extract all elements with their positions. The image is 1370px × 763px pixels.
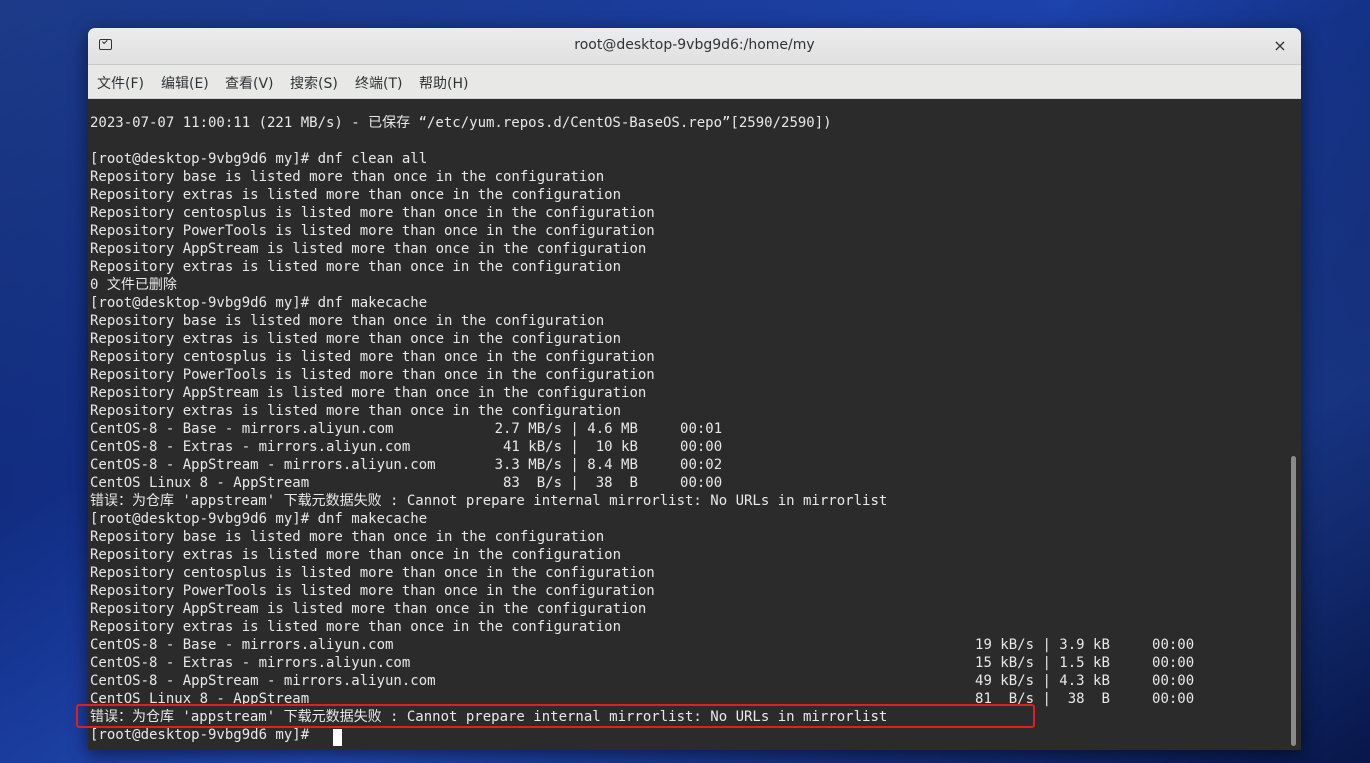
terminal-line: 0 文件已删除 bbox=[90, 277, 177, 293]
terminal-line: CentOS-8 - AppStream - mirrors.aliyun.co… bbox=[90, 673, 1195, 689]
close-icon[interactable]: × bbox=[1269, 35, 1291, 57]
terminal-line: Repository extras is listed more than on… bbox=[90, 331, 622, 347]
terminal-line: Repository extras is listed more than on… bbox=[90, 403, 622, 419]
menu-search[interactable]: 搜索(S) bbox=[290, 73, 338, 93]
terminal-line: Repository base is listed more than once… bbox=[90, 313, 605, 329]
terminal-line: 2023-07-07 11:00:11 (221 MB/s) - 已保存 “/e… bbox=[90, 115, 832, 131]
terminal-line: [root@desktop-9vbg9d6 my]# dnf makecache bbox=[90, 511, 428, 527]
terminal-line: [root@desktop-9vbg9d6 my]# dnf clean all bbox=[90, 151, 428, 167]
text-cursor bbox=[333, 729, 342, 746]
terminal-line: Repository PowerTools is listed more tha… bbox=[90, 223, 655, 239]
terminal-line: Repository PowerTools is listed more tha… bbox=[90, 583, 655, 599]
terminal-line: Repository base is listed more than once… bbox=[90, 169, 605, 185]
terminal-window: root@desktop-9vbg9d6:/home/my × 文件(F) 编辑… bbox=[88, 28, 1301, 750]
terminal-line: 错误：为仓库 'appstream' 下载元数据失败 : Cannot prep… bbox=[90, 493, 888, 509]
error-highlight-annotation bbox=[76, 704, 1035, 728]
terminal-line: CentOS-8 - Extras - mirrors.aliyun.com 1… bbox=[90, 655, 1195, 671]
terminal-line: Repository extras is listed more than on… bbox=[90, 547, 622, 563]
menu-terminal[interactable]: 终端(T) bbox=[355, 73, 402, 93]
terminal-line: [root@desktop-9vbg9d6 my]# dnf makecache bbox=[90, 295, 428, 311]
terminal-line: CentOS-8 - Base - mirrors.aliyun.com 19 … bbox=[90, 637, 1195, 653]
menu-bar: 文件(F) 编辑(E) 查看(V) 搜索(S) 终端(T) 帮助(H) bbox=[88, 65, 1301, 99]
title-bar[interactable]: root@desktop-9vbg9d6:/home/my × bbox=[88, 28, 1301, 65]
terminal-line: Repository extras is listed more than on… bbox=[90, 259, 622, 275]
terminal-line: Repository extras is listed more than on… bbox=[90, 187, 622, 203]
terminal-line: Repository AppStream is listed more than… bbox=[90, 385, 647, 401]
terminal-line: Repository centosplus is listed more tha… bbox=[90, 565, 655, 581]
terminal-line: Repository extras is listed more than on… bbox=[90, 619, 622, 635]
terminal-prompt-line: [root@desktop-9vbg9d6 my]# bbox=[90, 727, 318, 743]
terminal-line: Repository centosplus is listed more tha… bbox=[90, 349, 655, 365]
terminal-line: CentOS-8 - Extras - mirrors.aliyun.com 4… bbox=[90, 439, 723, 455]
terminal-line: Repository centosplus is listed more tha… bbox=[90, 205, 655, 221]
terminal-output[interactable]: 2023-07-07 11:00:11 (221 MB/s) - 已保存 “/e… bbox=[88, 99, 1301, 750]
menu-view[interactable]: 查看(V) bbox=[225, 73, 274, 93]
terminal-line: CentOS-8 - Base - mirrors.aliyun.com 2.7… bbox=[90, 421, 723, 437]
scrollbar[interactable] bbox=[1291, 456, 1296, 746]
terminal-line: Repository AppStream is listed more than… bbox=[90, 601, 647, 617]
menu-file[interactable]: 文件(F) bbox=[97, 73, 144, 93]
terminal-line: CentOS Linux 8 - AppStream 83 B/s | 38 B… bbox=[90, 475, 723, 491]
terminal-line: Repository AppStream is listed more than… bbox=[90, 241, 647, 257]
window-title: root@desktop-9vbg9d6:/home/my bbox=[574, 37, 815, 53]
menu-edit[interactable]: 编辑(E) bbox=[161, 73, 209, 93]
terminal-line: Repository PowerTools is listed more tha… bbox=[90, 367, 655, 383]
terminal-line: CentOS-8 - AppStream - mirrors.aliyun.co… bbox=[90, 457, 723, 473]
menu-help[interactable]: 帮助(H) bbox=[419, 73, 468, 93]
terminal-line: Repository base is listed more than once… bbox=[90, 529, 605, 545]
